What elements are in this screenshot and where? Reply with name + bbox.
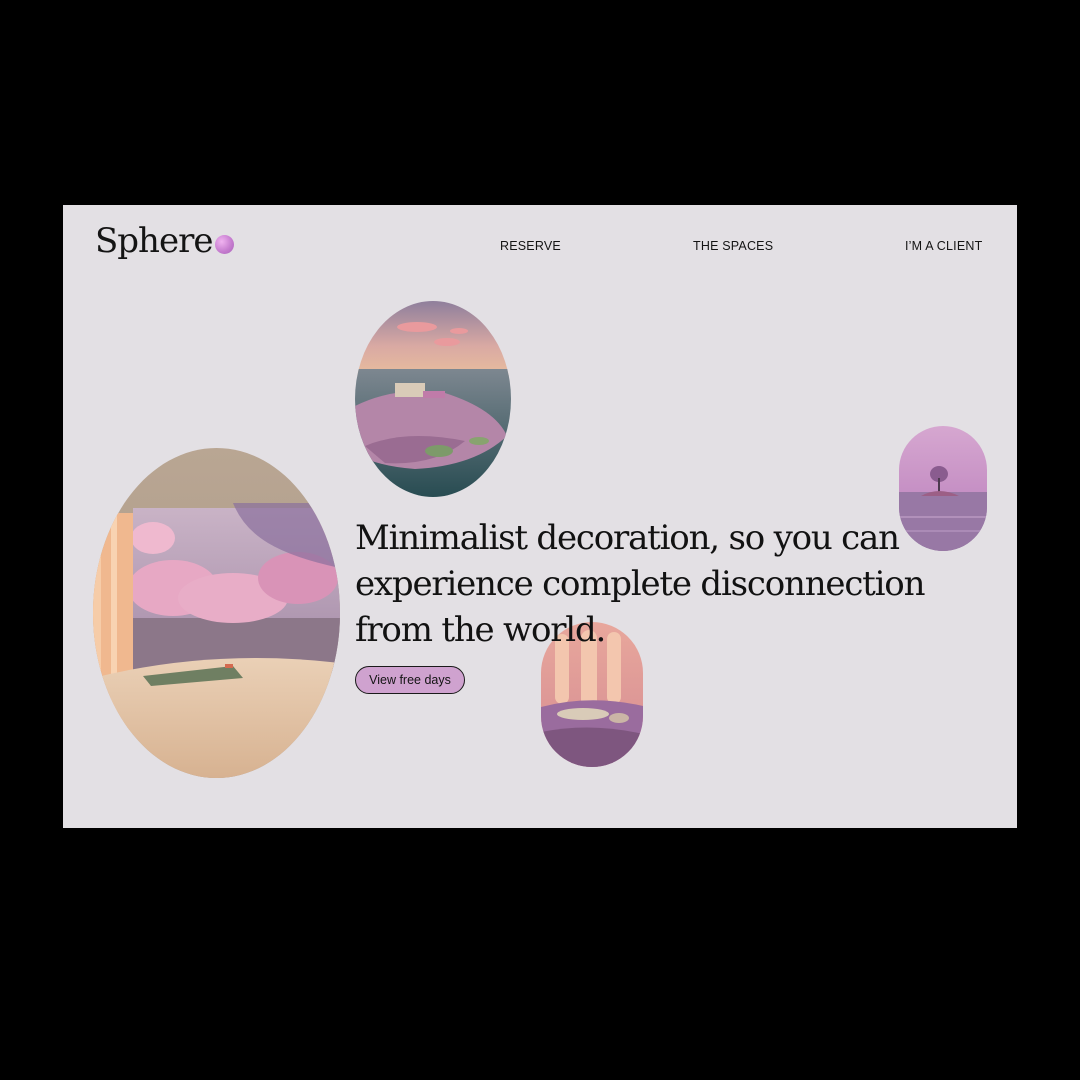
island-bed-photo [355, 301, 511, 497]
nav-reserve[interactable]: RESERVE [500, 239, 561, 253]
view-free-days-button[interactable]: View free days [355, 666, 465, 694]
nav-the-spaces[interactable]: THE SPACES [693, 239, 773, 253]
nav-client-login[interactable]: I’M A CLIENT [905, 239, 982, 253]
hero-headline: Minimalist decoration, so you can experi… [355, 518, 925, 650]
landing-page: Sphere RESERVE THE SPACES I’M A CLIENT M… [63, 205, 1017, 828]
logo-sphere-icon [215, 235, 234, 254]
cloud-room-photo [93, 448, 340, 778]
brand-logo[interactable]: Sphere [95, 221, 213, 261]
